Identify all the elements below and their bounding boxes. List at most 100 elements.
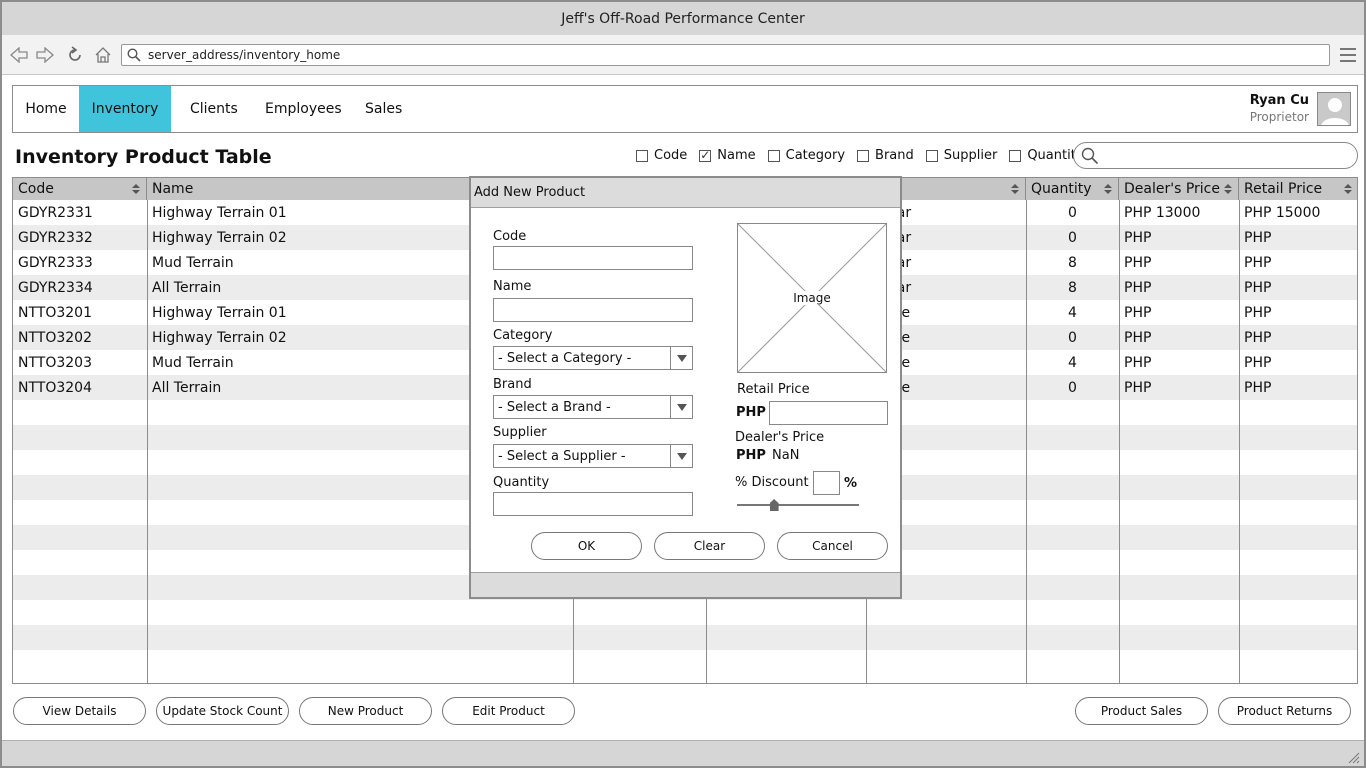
checkbox-supplier[interactable] xyxy=(925,149,938,162)
column-retail-label: Retail Price xyxy=(1244,181,1323,197)
home-icon[interactable] xyxy=(94,46,112,64)
checkbox-quantity[interactable] xyxy=(1009,149,1022,162)
sort-icon[interactable] xyxy=(1011,184,1019,194)
category-select[interactable]: - Select a Category - xyxy=(493,346,693,370)
view-details-button[interactable]: View Details xyxy=(13,697,146,725)
ok-button-label: OK xyxy=(577,539,596,553)
discount-field[interactable] xyxy=(813,471,840,495)
nav-inventory[interactable]: Inventory xyxy=(79,86,171,132)
menu-icon[interactable] xyxy=(1340,48,1356,66)
cell-code: NTTO3203 xyxy=(18,354,92,371)
column-header-code[interactable]: Code xyxy=(13,178,147,200)
chevron-down-icon[interactable] xyxy=(670,396,692,418)
filter-code[interactable]: Code xyxy=(636,148,687,163)
filter-name[interactable]: Name xyxy=(699,148,756,163)
category-select-value: - Select a Category - xyxy=(498,350,632,366)
ok-button[interactable]: OK xyxy=(531,532,642,560)
product-sales-label: Product Sales xyxy=(1100,704,1183,718)
column-header-retail-price[interactable]: Retail Price xyxy=(1239,178,1357,200)
nav-home-label: Home xyxy=(25,101,67,117)
checkbox-code[interactable] xyxy=(636,149,648,162)
dealer-price-label: Dealer's Price xyxy=(735,430,825,445)
cell-retail: PHP 15000 xyxy=(1244,204,1321,221)
checkbox-name[interactable] xyxy=(699,148,712,162)
empty-row xyxy=(13,625,1357,650)
product-image-placeholder[interactable]: Image xyxy=(737,223,887,373)
clear-button[interactable]: Clear xyxy=(654,532,765,560)
user-info[interactable]: Ryan Cu Proprietor xyxy=(1250,91,1351,127)
filter-brand[interactable]: Brand xyxy=(857,148,914,163)
cell-code: NTTO3204 xyxy=(18,379,92,396)
edit-product-button[interactable]: Edit Product xyxy=(442,697,575,725)
cell-qty: 0 xyxy=(1068,379,1077,396)
sort-icon[interactable] xyxy=(1344,184,1352,194)
update-stock-label: Update Stock Count xyxy=(162,704,283,718)
back-icon[interactable] xyxy=(10,46,28,64)
filter-supplier-label: Supplier xyxy=(943,148,998,163)
url-field[interactable]: server_address/inventory_home xyxy=(121,44,1330,66)
column-header-dealer-price[interactable]: Dealer's Price xyxy=(1119,178,1239,200)
dealer-price-value: NaN xyxy=(772,448,800,463)
filter-supplier[interactable]: Supplier xyxy=(925,148,998,163)
cell-qty: 4 xyxy=(1068,304,1077,321)
name-label: Name xyxy=(493,279,532,294)
percent-sign: % xyxy=(844,476,858,491)
cell-retail: PHP xyxy=(1244,229,1272,246)
avatar[interactable] xyxy=(1317,92,1351,126)
name-field[interactable] xyxy=(493,298,693,322)
code-field[interactable] xyxy=(493,246,693,270)
supplier-select[interactable]: - Select a Supplier - xyxy=(493,444,693,468)
quantity-field[interactable] xyxy=(493,492,693,516)
cell-dealer: PHP xyxy=(1124,354,1152,371)
cell-code: GDYR2333 xyxy=(18,254,93,271)
window-title: Jeff's Off-Road Performance Center xyxy=(561,10,805,27)
empty-row xyxy=(13,650,1357,675)
sort-icon[interactable] xyxy=(132,184,140,194)
cell-dealer: PHP xyxy=(1124,329,1152,346)
filter-name-label: Name xyxy=(717,148,756,163)
checkbox-category[interactable] xyxy=(767,149,780,162)
chevron-down-icon[interactable] xyxy=(670,445,692,467)
cell-qty: 0 xyxy=(1068,229,1077,246)
column-header-quantity[interactable]: Quantity xyxy=(1026,178,1119,200)
nav-home[interactable]: Home xyxy=(13,86,79,132)
cell-dealer: PHP xyxy=(1124,304,1152,321)
new-product-label: New Product xyxy=(327,704,404,718)
brand-select[interactable]: - Select a Brand - xyxy=(493,395,693,419)
nav-clients[interactable]: Clients xyxy=(176,86,252,132)
resize-grip-icon[interactable] xyxy=(1348,752,1360,764)
nav-inventory-label: Inventory xyxy=(91,101,159,117)
nav-sales[interactable]: Sales xyxy=(351,86,416,132)
product-sales-button[interactable]: Product Sales xyxy=(1075,697,1208,725)
discount-label: % Discount xyxy=(735,475,809,490)
new-product-button[interactable]: New Product xyxy=(299,697,432,725)
cell-retail: PHP xyxy=(1244,379,1272,396)
nav-sales-label: Sales xyxy=(365,101,403,117)
checkbox-brand[interactable] xyxy=(857,149,870,162)
discount-slider-thumb[interactable] xyxy=(769,499,779,511)
sort-icon[interactable] xyxy=(1224,184,1232,194)
filter-category[interactable]: Category xyxy=(767,148,845,163)
table-search-input[interactable] xyxy=(1073,142,1358,169)
product-returns-button[interactable]: Product Returns xyxy=(1218,697,1351,725)
cell-retail: PHP xyxy=(1244,354,1272,371)
user-silhouette-icon xyxy=(1321,98,1349,125)
discount-slider-track[interactable] xyxy=(737,504,859,506)
forward-icon[interactable] xyxy=(36,46,54,64)
code-label: Code xyxy=(493,229,527,244)
column-code-label: Code xyxy=(18,181,54,197)
cancel-button[interactable]: Cancel xyxy=(777,532,888,560)
retail-price-label: Retail Price xyxy=(737,382,810,397)
sort-icon[interactable] xyxy=(1104,184,1112,194)
update-stock-button[interactable]: Update Stock Count xyxy=(156,697,289,725)
retail-price-field[interactable] xyxy=(769,401,888,425)
refresh-icon[interactable] xyxy=(66,46,84,64)
supplier-select-value: - Select a Supplier - xyxy=(498,448,626,464)
view-details-label: View Details xyxy=(42,704,117,718)
address-bar: server_address/inventory_home xyxy=(2,35,1364,75)
column-quantity-label: Quantity xyxy=(1031,181,1092,197)
column-name-label: Name xyxy=(152,181,194,197)
chevron-down-icon[interactable] xyxy=(670,347,692,369)
nav-employees[interactable]: Employees xyxy=(251,86,356,132)
cell-code: NTTO3202 xyxy=(18,329,92,346)
